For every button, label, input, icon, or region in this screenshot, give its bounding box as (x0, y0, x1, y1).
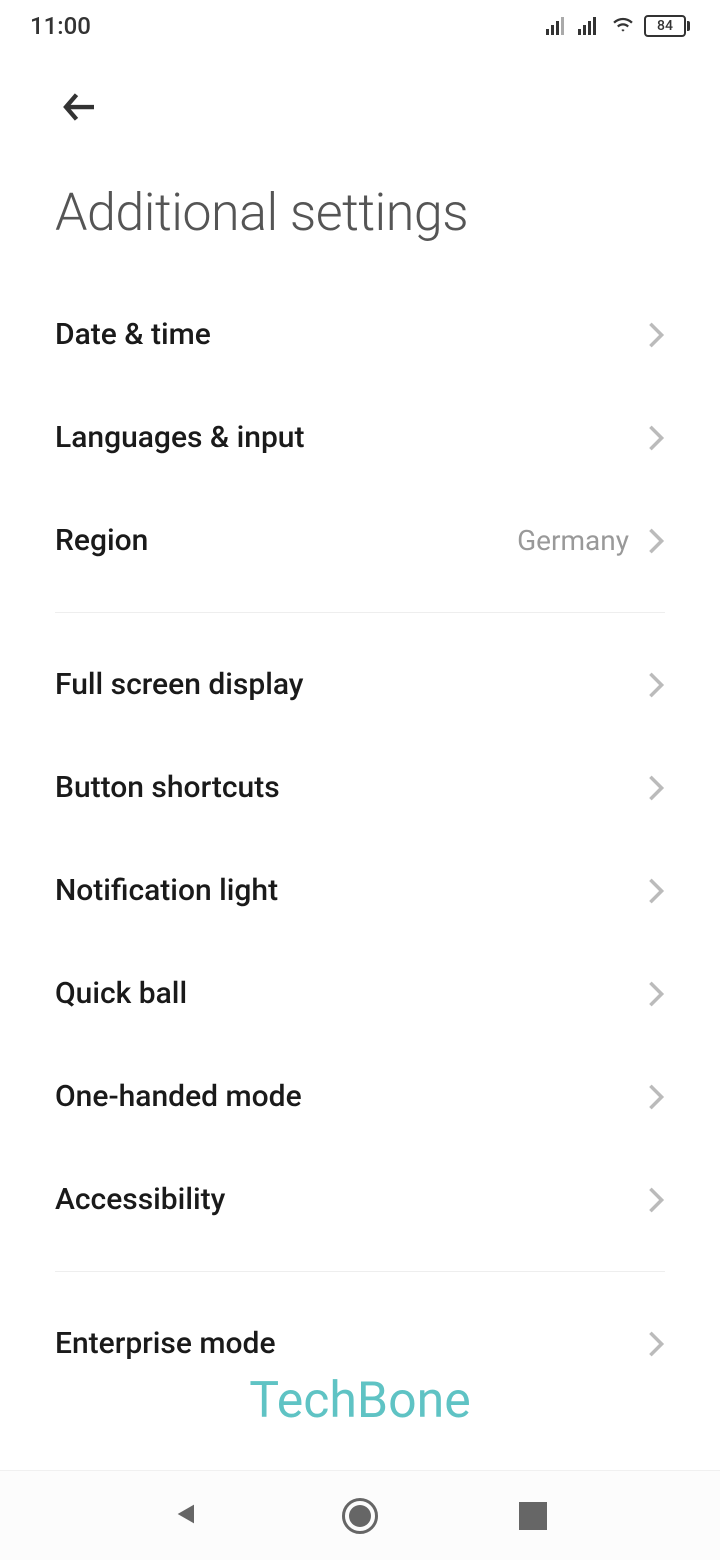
settings-label: Region (55, 523, 148, 558)
settings-label: Enterprise mode (55, 1326, 276, 1361)
chevron-right-icon (647, 671, 665, 699)
settings-label: Notification light (55, 873, 278, 908)
battery-level: 84 (644, 15, 686, 37)
nav-recent-button[interactable] (513, 1496, 553, 1536)
settings-label: Quick ball (55, 976, 187, 1011)
settings-item-languages-input[interactable]: Languages & input (0, 386, 720, 489)
status-time: 11:00 (30, 12, 91, 40)
chevron-right-icon (647, 424, 665, 452)
page-title: Additional settings (55, 182, 665, 243)
nav-home-icon (342, 1498, 378, 1534)
nav-back-icon (173, 1500, 201, 1532)
chevron-right-icon (647, 877, 665, 905)
settings-item-button-shortcuts[interactable]: Button shortcuts (0, 736, 720, 839)
chevron-right-icon (647, 1186, 665, 1214)
chevron-right-icon (647, 321, 665, 349)
chevron-right-icon (647, 1083, 665, 1111)
settings-item-full-screen-display[interactable]: Full screen display (0, 633, 720, 736)
nav-back-button[interactable] (167, 1496, 207, 1536)
chevron-right-icon (647, 980, 665, 1008)
settings-item-date-time[interactable]: Date & time (0, 283, 720, 386)
settings-item-notification-light[interactable]: Notification light (0, 839, 720, 942)
signal-icon-1 (546, 17, 570, 35)
settings-item-enterprise-mode[interactable]: Enterprise mode (0, 1292, 720, 1395)
settings-label: Date & time (55, 317, 211, 352)
chevron-right-icon (647, 527, 665, 555)
settings-label: Full screen display (55, 667, 304, 702)
nav-bar (0, 1470, 720, 1560)
settings-label: Accessibility (55, 1182, 225, 1217)
header: Additional settings (0, 52, 720, 243)
status-bar: 11:00 84 (0, 0, 720, 52)
back-button[interactable] (55, 82, 105, 132)
settings-list: Date & time Languages & input Region Ger… (0, 243, 720, 1395)
settings-label: Languages & input (55, 420, 304, 455)
settings-item-one-handed-mode[interactable]: One-handed mode (0, 1045, 720, 1148)
settings-label: Button shortcuts (55, 770, 280, 805)
divider (55, 1271, 665, 1272)
signal-icon-2 (578, 17, 602, 35)
settings-item-region[interactable]: Region Germany (0, 489, 720, 592)
status-icons: 84 (546, 10, 690, 42)
chevron-right-icon (647, 774, 665, 802)
wifi-icon (610, 10, 636, 42)
settings-value: Germany (517, 524, 629, 557)
settings-item-quick-ball[interactable]: Quick ball (0, 942, 720, 1045)
nav-home-button[interactable] (340, 1496, 380, 1536)
nav-recent-icon (519, 1502, 547, 1530)
battery-icon: 84 (644, 15, 690, 37)
settings-item-accessibility[interactable]: Accessibility (0, 1148, 720, 1251)
settings-label: One-handed mode (55, 1079, 302, 1114)
divider (55, 612, 665, 613)
chevron-right-icon (647, 1330, 665, 1358)
